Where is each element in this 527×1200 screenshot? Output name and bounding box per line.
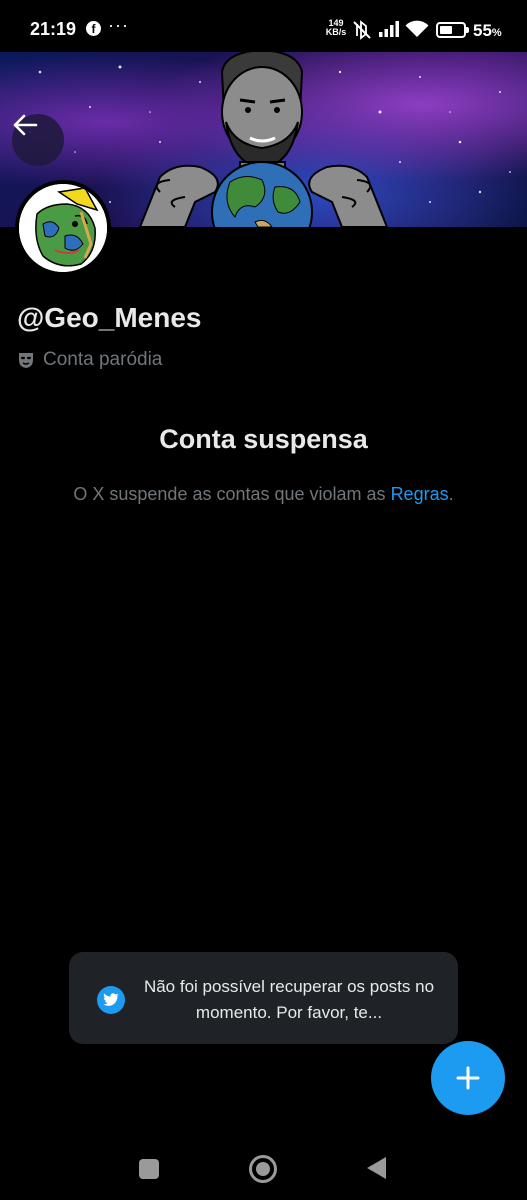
twitter-bird-icon <box>97 986 125 1014</box>
rules-link[interactable]: Regras <box>391 484 449 504</box>
network-speed: 149 KB/s <box>325 19 347 37</box>
back-button[interactable] <box>12 114 64 166</box>
parody-label: Conta paródia <box>17 349 162 371</box>
battery-icon <box>436 22 469 38</box>
recent-apps-button[interactable] <box>139 1159 159 1179</box>
compose-post-button[interactable] <box>431 1041 505 1115</box>
more-notifications-icon: ··· <box>108 15 129 35</box>
home-button[interactable] <box>249 1155 277 1183</box>
suspended-description-text: O X suspende as contas que violam as <box>73 484 391 504</box>
suspended-title: Conta suspensa <box>159 424 368 454</box>
cell-signal-icon <box>379 21 399 37</box>
plus-icon <box>456 1066 480 1090</box>
status-time: 21:19 <box>30 19 77 39</box>
toast-message: Não foi possível recuperar os posts no m… <box>143 977 435 1022</box>
error-toast: Não foi possível recuperar os posts no m… <box>69 952 458 1044</box>
profile-handle: @Geo_Menes <box>17 302 202 333</box>
suspended-description: O X suspende as contas que violam as Reg… <box>73 484 454 504</box>
facebook-notification-icon: f <box>86 21 101 36</box>
vibrate-off-icon <box>353 20 371 40</box>
system-back-button[interactable] <box>367 1157 386 1179</box>
wifi-icon <box>405 20 429 37</box>
theater-mask-icon <box>19 353 33 368</box>
system-navigation-bar <box>0 1130 527 1200</box>
status-bar: 21:19 f ··· 149 KB/s 55% <box>0 0 527 52</box>
network-speed-unit: KB/s <box>325 27 347 37</box>
arrow-left-icon <box>13 114 38 136</box>
parody-label-text: Conta paródia <box>43 349 163 370</box>
avatar-image <box>19 184 107 272</box>
battery-percent: 55% <box>473 21 502 40</box>
profile-avatar[interactable] <box>15 180 111 276</box>
